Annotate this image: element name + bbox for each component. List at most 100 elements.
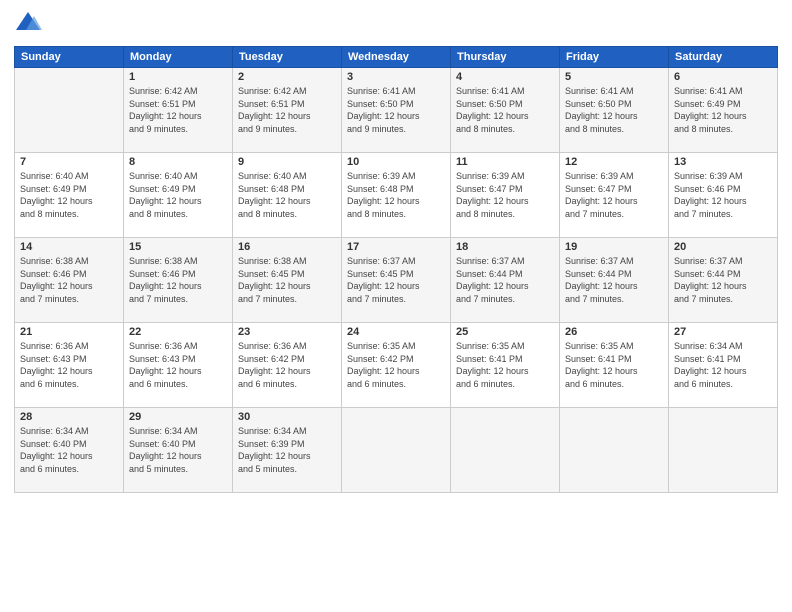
day-number: 17 <box>347 241 445 253</box>
day-info: Sunrise: 6:40 AM Sunset: 6:49 PM Dayligh… <box>129 170 227 220</box>
calendar-cell: 17Sunrise: 6:37 AM Sunset: 6:45 PM Dayli… <box>342 238 451 323</box>
day-info: Sunrise: 6:42 AM Sunset: 6:51 PM Dayligh… <box>238 85 336 135</box>
day-number: 22 <box>129 326 227 338</box>
day-number: 12 <box>565 156 663 168</box>
calendar-cell: 5 Sunrise: 6:41 AM Sunset: 6:50 PM Daylig… <box>560 68 669 153</box>
day-number: 30 <box>238 411 336 423</box>
calendar-table: SundayMondayTuesdayWednesdayThursdayFrid… <box>14 46 778 493</box>
calendar-cell: 16Sunrise: 6:38 AM Sunset: 6:45 PM Dayli… <box>233 238 342 323</box>
calendar-cell: 25 Sunrise: 6:35 AM Sunset: 6:41 PM Dayli… <box>451 323 560 408</box>
day-number: 20 <box>674 241 772 253</box>
day-info: Sunrise: 6:41 AM Sunset: 6:50 PM Dayligh… <box>565 85 663 135</box>
calendar-header-thursday: Thursday <box>451 47 560 68</box>
calendar-header-row: SundayMondayTuesdayWednesdayThursdayFrid… <box>15 47 778 68</box>
day-info: Sunrise: 6:34 AM Sunset: 6:41 PM Dayligh… <box>674 340 772 390</box>
day-info: Sunrise: 6:39 AM Sunset: 6:47 PM Dayligh… <box>565 170 663 220</box>
day-number: 11 <box>456 156 554 168</box>
day-number: 6 <box>674 71 772 83</box>
day-info: Sunrise: 6:35 AM Sunset: 6:42 PM Dayligh… <box>347 340 445 390</box>
day-number: 18 <box>456 241 554 253</box>
day-number: 2 <box>238 71 336 83</box>
day-info: Sunrise: 6:39 AM Sunset: 6:46 PM Dayligh… <box>674 170 772 220</box>
day-number: 27 <box>674 326 772 338</box>
calendar-cell: 12 Sunrise: 6:39 AM Sunset: 6:47 PM Dayli… <box>560 153 669 238</box>
day-info: Sunrise: 6:41 AM Sunset: 6:50 PM Dayligh… <box>456 85 554 135</box>
day-number: 24 <box>347 326 445 338</box>
day-info: Sunrise: 6:37 AM Sunset: 6:44 PM Dayligh… <box>565 255 663 305</box>
calendar-cell: 4 Sunrise: 6:41 AM Sunset: 6:50 PM Daylig… <box>451 68 560 153</box>
calendar-cell: 21 Sunrise: 6:36 AM Sunset: 6:43 PM Dayli… <box>15 323 124 408</box>
calendar-cell: 8Sunrise: 6:40 AM Sunset: 6:49 PM Daylig… <box>124 153 233 238</box>
day-info: Sunrise: 6:38 AM Sunset: 6:45 PM Dayligh… <box>238 255 336 305</box>
day-info: Sunrise: 6:41 AM Sunset: 6:49 PM Dayligh… <box>674 85 772 135</box>
calendar-header-friday: Friday <box>560 47 669 68</box>
calendar-cell: 2 Sunrise: 6:42 AM Sunset: 6:51 PM Daylig… <box>233 68 342 153</box>
day-number: 19 <box>565 241 663 253</box>
calendar-cell: 20 Sunrise: 6:37 AM Sunset: 6:44 PM Dayli… <box>669 238 778 323</box>
day-number: 21 <box>20 326 118 338</box>
day-info: Sunrise: 6:34 AM Sunset: 6:40 PM Dayligh… <box>129 425 227 475</box>
day-info: Sunrise: 6:38 AM Sunset: 6:46 PM Dayligh… <box>20 255 118 305</box>
day-number: 25 <box>456 326 554 338</box>
day-number: 14 <box>20 241 118 253</box>
calendar-cell: 3Sunrise: 6:41 AM Sunset: 6:50 PM Daylig… <box>342 68 451 153</box>
calendar-cell <box>669 408 778 493</box>
calendar-cell: 11 Sunrise: 6:39 AM Sunset: 6:47 PM Dayli… <box>451 153 560 238</box>
calendar-week-row: 7Sunrise: 6:40 AM Sunset: 6:49 PM Daylig… <box>15 153 778 238</box>
calendar-week-row: 21 Sunrise: 6:36 AM Sunset: 6:43 PM Dayli… <box>15 323 778 408</box>
day-info: Sunrise: 6:36 AM Sunset: 6:42 PM Dayligh… <box>238 340 336 390</box>
day-number: 4 <box>456 71 554 83</box>
calendar-header-sunday: Sunday <box>15 47 124 68</box>
day-info: Sunrise: 6:37 AM Sunset: 6:44 PM Dayligh… <box>674 255 772 305</box>
calendar-cell <box>15 68 124 153</box>
calendar-cell <box>451 408 560 493</box>
day-number: 10 <box>347 156 445 168</box>
calendar-cell: 19 Sunrise: 6:37 AM Sunset: 6:44 PM Dayli… <box>560 238 669 323</box>
day-info: Sunrise: 6:42 AM Sunset: 6:51 PM Dayligh… <box>129 85 227 135</box>
day-info: Sunrise: 6:34 AM Sunset: 6:39 PM Dayligh… <box>238 425 336 475</box>
calendar-cell: 24 Sunrise: 6:35 AM Sunset: 6:42 PM Dayli… <box>342 323 451 408</box>
calendar-header-monday: Monday <box>124 47 233 68</box>
day-info: Sunrise: 6:36 AM Sunset: 6:43 PM Dayligh… <box>20 340 118 390</box>
day-info: Sunrise: 6:38 AM Sunset: 6:46 PM Dayligh… <box>129 255 227 305</box>
day-info: Sunrise: 6:34 AM Sunset: 6:40 PM Dayligh… <box>20 425 118 475</box>
calendar-cell: 23 Sunrise: 6:36 AM Sunset: 6:42 PM Dayli… <box>233 323 342 408</box>
calendar-cell: 13 Sunrise: 6:39 AM Sunset: 6:46 PM Dayli… <box>669 153 778 238</box>
day-number: 13 <box>674 156 772 168</box>
calendar-cell <box>560 408 669 493</box>
calendar-cell: 9 Sunrise: 6:40 AM Sunset: 6:48 PM Daylig… <box>233 153 342 238</box>
day-number: 9 <box>238 156 336 168</box>
calendar-cell: 15 Sunrise: 6:38 AM Sunset: 6:46 PM Dayli… <box>124 238 233 323</box>
calendar-week-row: 1 Sunrise: 6:42 AM Sunset: 6:51 PM Daylig… <box>15 68 778 153</box>
day-number: 23 <box>238 326 336 338</box>
calendar-cell: 14 Sunrise: 6:38 AM Sunset: 6:46 PM Dayli… <box>15 238 124 323</box>
calendar-cell: 18Sunrise: 6:37 AM Sunset: 6:44 PM Dayli… <box>451 238 560 323</box>
calendar-cell: 22 Sunrise: 6:36 AM Sunset: 6:43 PM Dayli… <box>124 323 233 408</box>
calendar-week-row: 14 Sunrise: 6:38 AM Sunset: 6:46 PM Dayli… <box>15 238 778 323</box>
day-number: 15 <box>129 241 227 253</box>
calendar-cell: 29 Sunrise: 6:34 AM Sunset: 6:40 PM Dayli… <box>124 408 233 493</box>
calendar-cell: 10 Sunrise: 6:39 AM Sunset: 6:48 PM Dayli… <box>342 153 451 238</box>
logo-icon <box>14 10 42 38</box>
day-info: Sunrise: 6:40 AM Sunset: 6:49 PM Dayligh… <box>20 170 118 220</box>
logo <box>14 10 46 38</box>
day-number: 5 <box>565 71 663 83</box>
calendar-cell: 27 Sunrise: 6:34 AM Sunset: 6:41 PM Dayli… <box>669 323 778 408</box>
day-info: Sunrise: 6:40 AM Sunset: 6:48 PM Dayligh… <box>238 170 336 220</box>
day-info: Sunrise: 6:35 AM Sunset: 6:41 PM Dayligh… <box>565 340 663 390</box>
calendar-cell: 1 Sunrise: 6:42 AM Sunset: 6:51 PM Daylig… <box>124 68 233 153</box>
calendar-cell: 7Sunrise: 6:40 AM Sunset: 6:49 PM Daylig… <box>15 153 124 238</box>
calendar-cell: 6 Sunrise: 6:41 AM Sunset: 6:49 PM Daylig… <box>669 68 778 153</box>
calendar-header-wednesday: Wednesday <box>342 47 451 68</box>
calendar-cell: 28Sunrise: 6:34 AM Sunset: 6:40 PM Dayli… <box>15 408 124 493</box>
day-info: Sunrise: 6:36 AM Sunset: 6:43 PM Dayligh… <box>129 340 227 390</box>
day-info: Sunrise: 6:39 AM Sunset: 6:48 PM Dayligh… <box>347 170 445 220</box>
day-number: 26 <box>565 326 663 338</box>
day-number: 1 <box>129 71 227 83</box>
day-number: 29 <box>129 411 227 423</box>
day-info: Sunrise: 6:35 AM Sunset: 6:41 PM Dayligh… <box>456 340 554 390</box>
day-info: Sunrise: 6:41 AM Sunset: 6:50 PM Dayligh… <box>347 85 445 135</box>
calendar-header-tuesday: Tuesday <box>233 47 342 68</box>
day-info: Sunrise: 6:39 AM Sunset: 6:47 PM Dayligh… <box>456 170 554 220</box>
calendar-cell <box>342 408 451 493</box>
